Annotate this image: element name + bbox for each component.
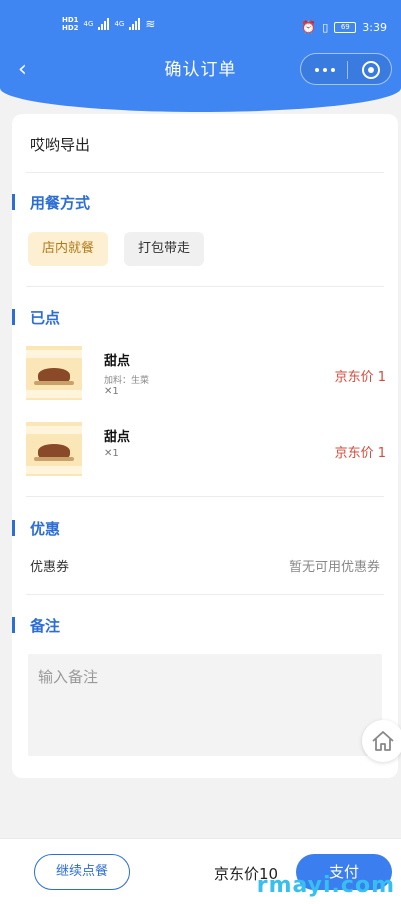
section-title-remark: 备注 (12, 615, 60, 636)
item-name: 甜点 (104, 430, 131, 445)
item-addon: 加料：生菜 (104, 376, 150, 386)
wifi-icon: ≋ (145, 17, 156, 31)
store-name: 哎哟导出 (30, 136, 91, 154)
divider (26, 172, 384, 173)
order-card: 哎哟导出 用餐方式 店内就餐 打包带走 已点 甜点 加料：生菜 ✕1 京东价 1… (12, 114, 398, 778)
product-image (26, 346, 82, 400)
dine-in-option[interactable]: 店内就餐 (28, 232, 109, 266)
remark-input[interactable] (28, 654, 382, 756)
capsule-divider (347, 61, 348, 79)
status-bar: HD1 HD2 4G 4G ≋ ⏰ ▯ 69 3:39 (0, 0, 401, 44)
continue-ordering-button[interactable]: 继续点餐 (34, 854, 130, 890)
item-quantity: ✕1 (104, 386, 119, 397)
section-title-dining: 用餐方式 (12, 192, 90, 213)
checkout-bar: 继续点餐 京东价10 支付 rmayi.com (0, 838, 401, 904)
miniprogram-capsule (300, 53, 392, 85)
list-item: 甜点 加料：生菜 ✕1 京东价 1 (26, 346, 386, 406)
item-quantity: ✕1 (104, 448, 119, 459)
more-icon[interactable] (313, 62, 337, 76)
section-title-discount: 优惠 (12, 518, 60, 539)
header-bar: HD1 HD2 4G 4G ≋ ⏰ ▯ 69 3:39 ‹ 确认订单 (0, 0, 401, 112)
divider (26, 496, 384, 497)
vibrate-icon: ▯ (322, 20, 329, 34)
item-price: 京东价 1 (334, 370, 386, 385)
takeaway-option[interactable]: 打包带走 (124, 232, 205, 266)
battery-icon: 69 (334, 21, 357, 33)
divider (26, 594, 384, 595)
close-miniprogram-icon[interactable] (362, 61, 380, 79)
watermark: rmayi.com (256, 873, 395, 898)
network-type-right: 4G (114, 20, 125, 28)
home-icon (372, 731, 394, 751)
hd-indicator-icon: HD1 HD2 (62, 16, 79, 32)
section-title-ordered: 已点 (12, 307, 60, 328)
product-image (26, 422, 82, 476)
item-price: 京东价 1 (334, 446, 386, 461)
clock-time: 3:39 (362, 20, 387, 34)
coupon-label: 优惠券 (30, 560, 70, 575)
signal-icon-2 (129, 18, 141, 30)
list-item: 甜点 ✕1 京东价 1 (26, 422, 386, 482)
divider (26, 286, 384, 287)
network-type-left: 4G (83, 20, 94, 28)
coupon-value[interactable]: 暂无可用优惠券 (289, 556, 380, 575)
signal-icon (98, 18, 110, 30)
alarm-icon: ⏰ (301, 20, 317, 34)
home-button[interactable] (362, 720, 401, 762)
item-name: 甜点 (104, 354, 131, 369)
